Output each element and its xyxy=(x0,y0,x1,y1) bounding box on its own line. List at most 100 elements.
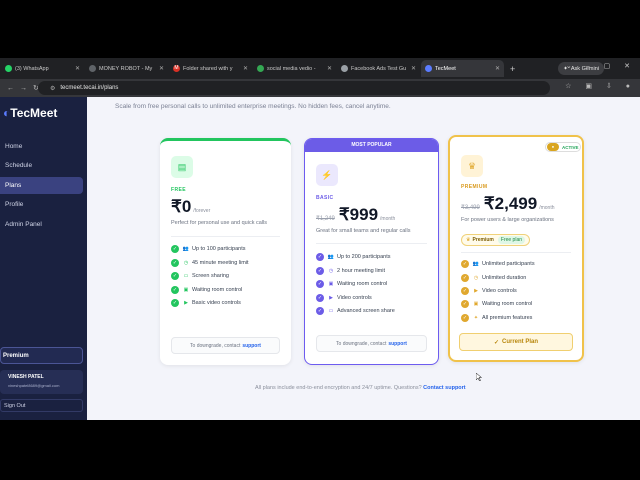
plan-description: Great for small teams and regular calls xyxy=(316,228,411,234)
plan-status-badge: Premium xyxy=(0,347,83,364)
page-icon xyxy=(341,65,348,72)
crown-icon: ♛ xyxy=(461,155,483,177)
close-icon[interactable]: ✕ xyxy=(159,65,164,72)
check-icon: ✓ xyxy=(316,279,324,288)
clock-icon: ◷ xyxy=(473,274,479,281)
sign-out-button[interactable]: Sign Out xyxy=(0,399,83,412)
check-icon: ✓ xyxy=(461,299,469,308)
toggle-icon: ● xyxy=(547,143,559,151)
close-icon[interactable]: ✕ xyxy=(327,65,332,72)
user-card[interactable]: VINESH PATEL vineshpatel8689@gmail.com xyxy=(0,370,83,394)
plan-price: ₹0 xyxy=(171,197,192,216)
check-icon: ✓ xyxy=(171,271,179,280)
plan-period: /forever xyxy=(193,208,211,214)
screen-icon: ▭ xyxy=(183,272,189,279)
current-plan-button[interactable]: ✓ Current Plan xyxy=(459,333,573,351)
feature-item: ✓ ◷ Unlimited duration xyxy=(461,273,527,282)
close-icon[interactable]: ✕ xyxy=(411,65,416,72)
contact-support-link[interactable]: Contact support xyxy=(423,385,465,391)
plan-period: /month xyxy=(539,205,555,211)
sidebar-item-schedule[interactable]: Schedule xyxy=(0,157,83,174)
site-info-icon[interactable]: ⚙ xyxy=(50,85,55,92)
bolt-icon: ⚡ xyxy=(316,164,338,186)
browser-tab-drive[interactable]: social media vedio - ✕ xyxy=(253,60,336,77)
sidebar-item-admin-panel[interactable]: Admin Panel xyxy=(0,216,83,233)
browser-tab-money-robot[interactable]: MONEY ROBOT - My ✕ xyxy=(85,60,168,77)
plan-price-row: ₹3,499 ₹2,499 /month xyxy=(461,194,555,214)
feature-item: ✓ ✦ All premium features xyxy=(461,313,533,322)
address-bar-row: ← → ↻ ⚙ tecmeet.tecai.in/plans ☆ ▣ ⇩ ● xyxy=(0,79,640,97)
browser-tab-gmail[interactable]: M Folder shared with y ✕ xyxy=(169,60,252,77)
crown-icon: ♛ xyxy=(466,237,471,243)
feature-item: ✓ ▶ Video controls xyxy=(461,286,517,295)
sidebar: ◐TecMeet Home Schedule Plans Profile Adm… xyxy=(0,97,87,420)
plan-tier: BASIC xyxy=(316,195,334,201)
active-badge: ● ACTIVE xyxy=(545,142,581,152)
feature-item: ✓ ▣ Waiting room control xyxy=(461,299,533,308)
toolbar-icons[interactable]: ☆ ▣ ⇩ ● xyxy=(565,82,636,90)
close-icon[interactable]: ✕ xyxy=(75,65,80,72)
back-icon[interactable]: ← xyxy=(7,85,14,92)
browser-tab-bar: (3) WhatsApp ✕ MONEY ROBOT - My ✕ M Folder … xyxy=(0,58,640,79)
feature-item: ✓ 👥 Unlimited participants xyxy=(461,259,535,268)
check-icon: ✓ xyxy=(461,259,469,268)
check-icon: ✓ xyxy=(171,258,179,267)
users-icon: 👥 xyxy=(182,245,190,252)
old-price: ₹1,249 xyxy=(316,216,335,222)
sidebar-item-plans[interactable]: Plans xyxy=(0,177,83,194)
plan-period: /month xyxy=(380,216,396,222)
current-plan-pill: ♛ Premium Free plan xyxy=(461,234,531,246)
most-popular-banner: MOST POPULAR xyxy=(305,139,438,152)
gift-icon: ▤ xyxy=(171,156,193,178)
support-link[interactable]: support xyxy=(242,343,261,349)
screen-icon: ▭ xyxy=(328,307,334,314)
feature-item: ✓ ▣ Waiting room control xyxy=(171,285,243,294)
sidebar-item-profile[interactable]: Profile xyxy=(0,196,83,213)
check-icon: ✓ xyxy=(461,313,469,322)
app-logo[interactable]: ◐TecMeet xyxy=(3,106,57,120)
user-email: vineshpatel8689@gmail.com xyxy=(8,383,60,388)
feature-item: ✓ ▭ Screen sharing xyxy=(171,271,229,280)
old-price: ₹3,499 xyxy=(461,205,480,211)
browser-tab-tecmeet[interactable]: TecMeet ✕ xyxy=(421,60,504,77)
plan-card-basic: MOST POPULAR ⚡ BASIC ₹1,249 ₹999 /month … xyxy=(304,138,439,365)
plan-card-free: ▤ FREE ₹0 /forever Perfect for personal … xyxy=(160,138,291,365)
feature-item: ✓ 👥 Up to 200 participants xyxy=(316,252,391,261)
new-tab-button[interactable]: + xyxy=(510,64,515,74)
gmail-icon: M xyxy=(173,65,180,72)
lock-icon: ▣ xyxy=(328,280,334,287)
browser-tab-facebook-ads[interactable]: Facebook Ads Test Gu ✕ xyxy=(337,60,420,77)
check-icon: ✓ xyxy=(461,286,469,295)
browser-tab-whatsapp[interactable]: (3) WhatsApp ✕ xyxy=(1,60,84,77)
check-icon: ✓ xyxy=(171,244,179,253)
close-icon[interactable]: ✕ xyxy=(495,65,500,72)
divider xyxy=(461,252,571,253)
sidebar-item-home[interactable]: Home xyxy=(0,138,83,155)
check-icon: ✓ xyxy=(316,252,324,261)
check-icon: ✓ xyxy=(316,266,324,275)
users-icon: 👥 xyxy=(327,253,335,260)
plan-description: For power users & large organizations xyxy=(461,217,554,223)
clock-icon: ◷ xyxy=(183,259,189,266)
lock-icon: ▣ xyxy=(473,300,479,307)
check-icon: ✓ xyxy=(493,339,499,346)
feature-item: ✓ ◷ 2 hour meeting limit xyxy=(316,266,385,275)
video-icon: ▶ xyxy=(329,294,333,301)
check-icon: ✓ xyxy=(461,273,469,282)
video-icon: ▶ xyxy=(184,299,188,306)
lock-icon: ▣ xyxy=(183,286,189,293)
window-controls[interactable]: ⌄ – ▢ ✕ xyxy=(566,62,636,70)
feature-item: ✓ ▶ Video controls xyxy=(316,293,372,302)
feature-item: ✓ ▣ Waiting room control xyxy=(316,279,388,288)
plan-price: ₹2,499 xyxy=(483,194,538,213)
users-icon: 👥 xyxy=(472,260,480,267)
plan-tier: FREE xyxy=(171,187,186,193)
page-subtitle: Scale from free personal calls to unlimi… xyxy=(115,103,391,110)
url-input[interactable]: ⚙ tecmeet.tecai.in/plans xyxy=(38,81,550,95)
close-icon[interactable]: ✕ xyxy=(243,65,248,72)
forward-icon[interactable]: → xyxy=(20,85,27,92)
check-icon: ✓ xyxy=(171,298,179,307)
downgrade-info-box: To downgrade, contact support xyxy=(316,335,427,352)
support-link[interactable]: support xyxy=(388,341,407,347)
feature-item: ✓ ▶ Basic video controls xyxy=(171,298,241,307)
